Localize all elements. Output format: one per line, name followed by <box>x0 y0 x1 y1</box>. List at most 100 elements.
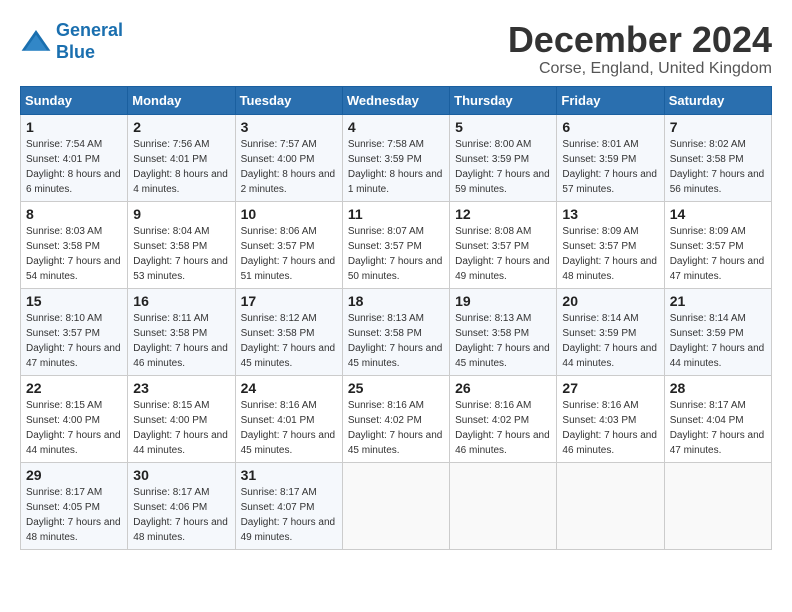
day-header-tuesday: Tuesday <box>235 86 342 114</box>
calendar-cell: 7 Sunrise: 8:02 AM Sunset: 3:58 PM Dayli… <box>664 114 771 201</box>
day-detail: Sunrise: 8:17 AM Sunset: 4:07 PM Dayligh… <box>241 487 336 543</box>
day-detail: Sunrise: 8:07 AM Sunset: 3:57 PM Dayligh… <box>348 226 443 282</box>
calendar-cell: 21 Sunrise: 8:14 AM Sunset: 3:59 PM Dayl… <box>664 288 771 375</box>
day-detail: Sunrise: 8:16 AM Sunset: 4:03 PM Dayligh… <box>562 400 657 456</box>
calendar-cell: 6 Sunrise: 8:01 AM Sunset: 3:59 PM Dayli… <box>557 114 664 201</box>
calendar-cell: 22 Sunrise: 8:15 AM Sunset: 4:00 PM Dayl… <box>21 375 128 462</box>
calendar-cell: 9 Sunrise: 8:04 AM Sunset: 3:58 PM Dayli… <box>128 201 235 288</box>
calendar-cell: 28 Sunrise: 8:17 AM Sunset: 4:04 PM Dayl… <box>664 375 771 462</box>
calendar-cell: 18 Sunrise: 8:13 AM Sunset: 3:58 PM Dayl… <box>342 288 449 375</box>
calendar-header-row: SundayMondayTuesdayWednesdayThursdayFrid… <box>21 86 772 114</box>
calendar-cell: 5 Sunrise: 8:00 AM Sunset: 3:59 PM Dayli… <box>450 114 557 201</box>
calendar-cell: 19 Sunrise: 8:13 AM Sunset: 3:58 PM Dayl… <box>450 288 557 375</box>
calendar-cell: 13 Sunrise: 8:09 AM Sunset: 3:57 PM Dayl… <box>557 201 664 288</box>
calendar-cell: 27 Sunrise: 8:16 AM Sunset: 4:03 PM Dayl… <box>557 375 664 462</box>
day-detail: Sunrise: 8:12 AM Sunset: 3:58 PM Dayligh… <box>241 313 336 369</box>
calendar-cell: 26 Sunrise: 8:16 AM Sunset: 4:02 PM Dayl… <box>450 375 557 462</box>
calendar-cell: 20 Sunrise: 8:14 AM Sunset: 3:59 PM Dayl… <box>557 288 664 375</box>
day-number: 5 <box>455 119 551 135</box>
day-number: 11 <box>348 206 444 222</box>
calendar-cell: 10 Sunrise: 8:06 AM Sunset: 3:57 PM Dayl… <box>235 201 342 288</box>
calendar-cell: 12 Sunrise: 8:08 AM Sunset: 3:57 PM Dayl… <box>450 201 557 288</box>
day-number: 24 <box>241 380 337 396</box>
day-detail: Sunrise: 8:09 AM Sunset: 3:57 PM Dayligh… <box>562 226 657 282</box>
day-detail: Sunrise: 8:10 AM Sunset: 3:57 PM Dayligh… <box>26 313 121 369</box>
calendar-cell: 14 Sunrise: 8:09 AM Sunset: 3:57 PM Dayl… <box>664 201 771 288</box>
day-number: 22 <box>26 380 122 396</box>
day-detail: Sunrise: 8:03 AM Sunset: 3:58 PM Dayligh… <box>26 226 121 282</box>
day-number: 30 <box>133 467 229 483</box>
title-block: December 2024 Corse, England, United Kin… <box>508 20 772 78</box>
day-detail: Sunrise: 7:54 AM Sunset: 4:01 PM Dayligh… <box>26 139 121 195</box>
calendar-week-3: 15 Sunrise: 8:10 AM Sunset: 3:57 PM Dayl… <box>21 288 772 375</box>
day-detail: Sunrise: 8:02 AM Sunset: 3:58 PM Dayligh… <box>670 139 765 195</box>
month-title: December 2024 <box>508 20 772 60</box>
calendar-table: SundayMondayTuesdayWednesdayThursdayFrid… <box>20 86 772 550</box>
day-number: 19 <box>455 293 551 309</box>
day-header-friday: Friday <box>557 86 664 114</box>
page-header: General Blue December 2024 Corse, Englan… <box>20 20 772 78</box>
logo-text: General Blue <box>56 20 123 63</box>
day-number: 2 <box>133 119 229 135</box>
day-number: 15 <box>26 293 122 309</box>
day-detail: Sunrise: 8:16 AM Sunset: 4:02 PM Dayligh… <box>348 400 443 456</box>
day-detail: Sunrise: 8:01 AM Sunset: 3:59 PM Dayligh… <box>562 139 657 195</box>
calendar-week-2: 8 Sunrise: 8:03 AM Sunset: 3:58 PM Dayli… <box>21 201 772 288</box>
day-detail: Sunrise: 8:14 AM Sunset: 3:59 PM Dayligh… <box>670 313 765 369</box>
day-header-wednesday: Wednesday <box>342 86 449 114</box>
calendar-cell: 29 Sunrise: 8:17 AM Sunset: 4:05 PM Dayl… <box>21 462 128 549</box>
day-detail: Sunrise: 8:00 AM Sunset: 3:59 PM Dayligh… <box>455 139 550 195</box>
calendar-cell: 24 Sunrise: 8:16 AM Sunset: 4:01 PM Dayl… <box>235 375 342 462</box>
day-detail: Sunrise: 8:15 AM Sunset: 4:00 PM Dayligh… <box>133 400 228 456</box>
day-number: 7 <box>670 119 766 135</box>
day-number: 1 <box>26 119 122 135</box>
day-number: 13 <box>562 206 658 222</box>
day-header-monday: Monday <box>128 86 235 114</box>
day-number: 20 <box>562 293 658 309</box>
day-number: 23 <box>133 380 229 396</box>
calendar-cell: 31 Sunrise: 8:17 AM Sunset: 4:07 PM Dayl… <box>235 462 342 549</box>
day-detail: Sunrise: 8:17 AM Sunset: 4:04 PM Dayligh… <box>670 400 765 456</box>
day-number: 10 <box>241 206 337 222</box>
calendar-cell: 30 Sunrise: 8:17 AM Sunset: 4:06 PM Dayl… <box>128 462 235 549</box>
day-detail: Sunrise: 8:11 AM Sunset: 3:58 PM Dayligh… <box>133 313 228 369</box>
day-detail: Sunrise: 8:13 AM Sunset: 3:58 PM Dayligh… <box>348 313 443 369</box>
day-number: 26 <box>455 380 551 396</box>
day-number: 28 <box>670 380 766 396</box>
day-detail: Sunrise: 8:09 AM Sunset: 3:57 PM Dayligh… <box>670 226 765 282</box>
day-number: 9 <box>133 206 229 222</box>
day-number: 8 <box>26 206 122 222</box>
day-number: 4 <box>348 119 444 135</box>
day-detail: Sunrise: 8:04 AM Sunset: 3:58 PM Dayligh… <box>133 226 228 282</box>
day-detail: Sunrise: 8:06 AM Sunset: 3:57 PM Dayligh… <box>241 226 336 282</box>
calendar-cell: 1 Sunrise: 7:54 AM Sunset: 4:01 PM Dayli… <box>21 114 128 201</box>
day-detail: Sunrise: 8:16 AM Sunset: 4:01 PM Dayligh… <box>241 400 336 456</box>
day-detail: Sunrise: 8:15 AM Sunset: 4:00 PM Dayligh… <box>26 400 121 456</box>
day-detail: Sunrise: 8:08 AM Sunset: 3:57 PM Dayligh… <box>455 226 550 282</box>
day-header-sunday: Sunday <box>21 86 128 114</box>
calendar-week-1: 1 Sunrise: 7:54 AM Sunset: 4:01 PM Dayli… <box>21 114 772 201</box>
calendar-cell: 23 Sunrise: 8:15 AM Sunset: 4:00 PM Dayl… <box>128 375 235 462</box>
calendar-cell: 17 Sunrise: 8:12 AM Sunset: 3:58 PM Dayl… <box>235 288 342 375</box>
calendar-cell: 3 Sunrise: 7:57 AM Sunset: 4:00 PM Dayli… <box>235 114 342 201</box>
day-detail: Sunrise: 7:58 AM Sunset: 3:59 PM Dayligh… <box>348 139 443 195</box>
day-number: 18 <box>348 293 444 309</box>
day-number: 25 <box>348 380 444 396</box>
day-detail: Sunrise: 8:14 AM Sunset: 3:59 PM Dayligh… <box>562 313 657 369</box>
day-detail: Sunrise: 8:17 AM Sunset: 4:06 PM Dayligh… <box>133 487 228 543</box>
day-number: 12 <box>455 206 551 222</box>
calendar-cell <box>557 462 664 549</box>
day-number: 16 <box>133 293 229 309</box>
day-detail: Sunrise: 7:57 AM Sunset: 4:00 PM Dayligh… <box>241 139 336 195</box>
day-number: 3 <box>241 119 337 135</box>
calendar-cell: 11 Sunrise: 8:07 AM Sunset: 3:57 PM Dayl… <box>342 201 449 288</box>
calendar-week-5: 29 Sunrise: 8:17 AM Sunset: 4:05 PM Dayl… <box>21 462 772 549</box>
day-number: 29 <box>26 467 122 483</box>
day-header-saturday: Saturday <box>664 86 771 114</box>
day-detail: Sunrise: 7:56 AM Sunset: 4:01 PM Dayligh… <box>133 139 228 195</box>
day-number: 31 <box>241 467 337 483</box>
logo: General Blue <box>20 20 123 63</box>
day-number: 6 <box>562 119 658 135</box>
calendar-cell: 4 Sunrise: 7:58 AM Sunset: 3:59 PM Dayli… <box>342 114 449 201</box>
calendar-week-4: 22 Sunrise: 8:15 AM Sunset: 4:00 PM Dayl… <box>21 375 772 462</box>
